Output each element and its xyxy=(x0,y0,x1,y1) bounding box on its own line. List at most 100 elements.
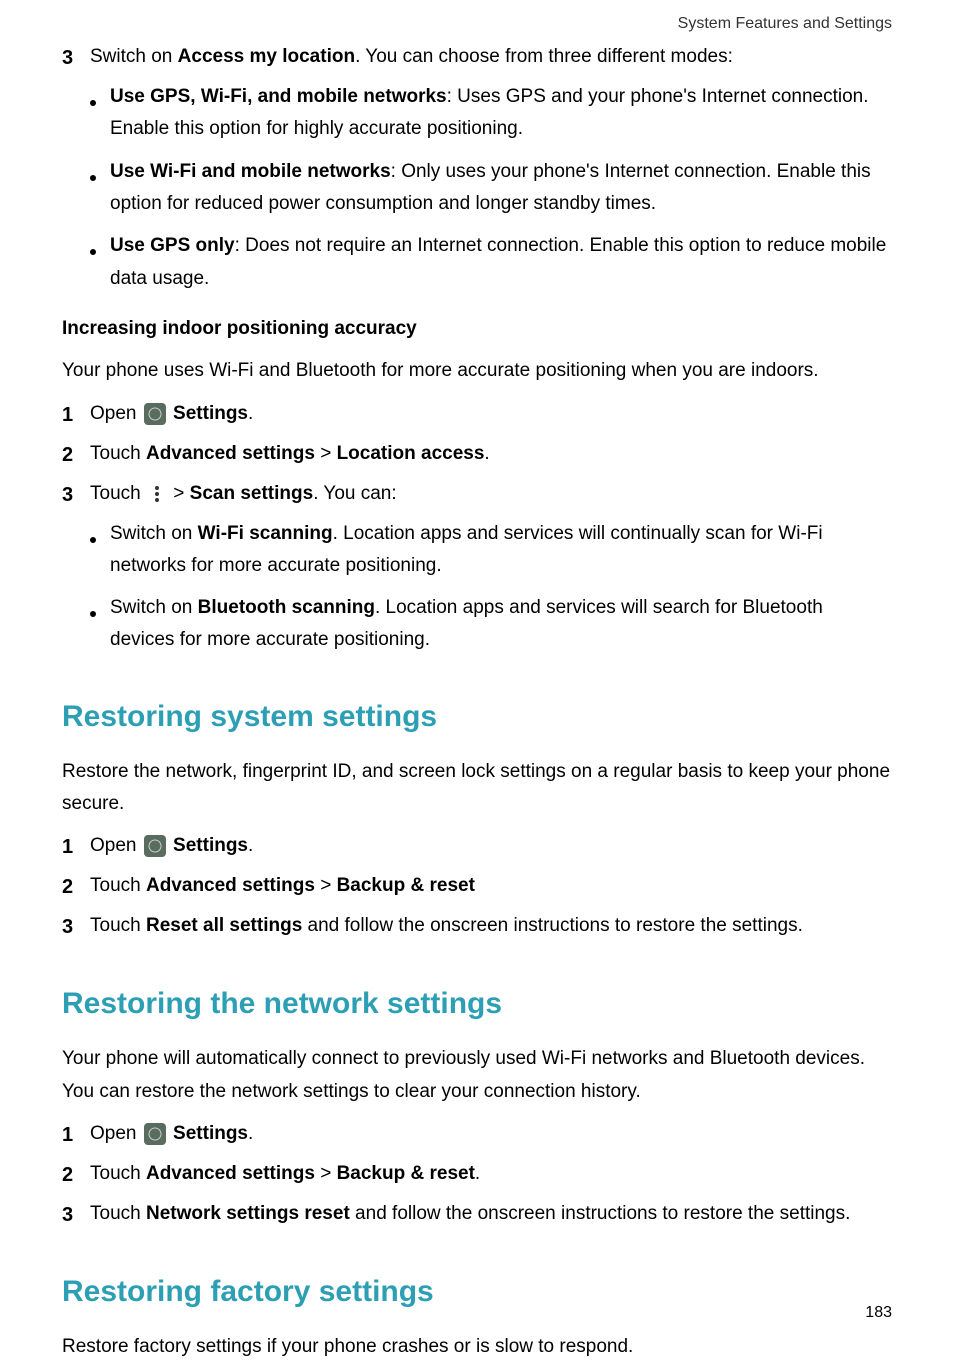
step-text: Touch Advanced settings > Backup & reset… xyxy=(90,1158,892,1192)
bold-text: Bluetooth scanning xyxy=(198,597,375,618)
bullet-list: Use GPS, Wi-Fi, and mobile networks: Use… xyxy=(90,81,892,295)
step-number: 1 xyxy=(62,1118,90,1152)
bold-text: Settings xyxy=(173,1123,248,1144)
step-number: 2 xyxy=(62,438,90,472)
step-item: 2 Touch Advanced settings > Backup & res… xyxy=(62,1158,892,1192)
section-heading: Restoring factory settings xyxy=(62,1266,892,1317)
bullet-text: Use GPS only: Does not require an Intern… xyxy=(110,230,892,295)
bold-text: Wi-Fi scanning xyxy=(198,523,333,544)
text: . You can choose from three different mo… xyxy=(355,46,733,67)
step-number: 1 xyxy=(62,830,90,864)
section-heading: Restoring the network settings xyxy=(62,978,892,1029)
step-item: 2 Touch Advanced settings > Location acc… xyxy=(62,438,892,472)
step-number: 3 xyxy=(62,1198,90,1232)
text: Open xyxy=(90,403,142,424)
step-number: 2 xyxy=(62,870,90,904)
text: . xyxy=(248,1123,253,1144)
bullet-text: Switch on Wi-Fi scanning. Location apps … xyxy=(110,518,892,583)
more-icon xyxy=(152,484,162,504)
settings-icon xyxy=(144,403,166,425)
bold-text: Use GPS, Wi-Fi, and mobile networks xyxy=(110,86,447,107)
text: > xyxy=(168,483,190,504)
settings-icon xyxy=(144,835,166,857)
step-number: 2 xyxy=(62,1158,90,1192)
bold-text: Backup & reset xyxy=(337,875,475,896)
text: Open xyxy=(90,835,142,856)
bold-text: Use GPS only xyxy=(110,235,235,256)
step-text: Touch Advanced settings > Backup & reset xyxy=(90,870,892,904)
text: > xyxy=(315,1163,337,1184)
step-item: 3 Switch on Access my location. You can … xyxy=(62,41,892,75)
text: and follow the onscreen instructions to … xyxy=(350,1203,851,1224)
step-item: 1 Open Settings. xyxy=(62,830,892,864)
text: > xyxy=(315,875,337,896)
bold-text: Access my location xyxy=(178,46,355,67)
text: and follow the onscreen instructions to … xyxy=(302,915,803,936)
step-text: Touch Advanced settings > Location acces… xyxy=(90,438,892,472)
text: . xyxy=(475,1163,480,1184)
paragraph: Restore the network, fingerprint ID, and… xyxy=(62,756,892,821)
settings-icon xyxy=(144,1123,166,1145)
bullet-list: Switch on Wi-Fi scanning. Location apps … xyxy=(90,518,892,657)
text: Touch xyxy=(90,483,146,504)
step-text: Switch on Access my location. You can ch… xyxy=(90,41,892,75)
step-number: 1 xyxy=(62,398,90,432)
section-heading: Restoring system settings xyxy=(62,691,892,742)
step-text: Touch Network settings reset and follow … xyxy=(90,1198,892,1232)
bold-text: Advanced settings xyxy=(146,875,315,896)
step-text: Open Settings. xyxy=(90,1118,892,1152)
bold-text: Scan settings xyxy=(190,483,314,504)
text: . You can: xyxy=(313,483,396,504)
bold-text: Use Wi-Fi and mobile networks xyxy=(110,161,391,182)
bullet-icon xyxy=(90,81,110,146)
bold-text: Advanced settings xyxy=(146,1163,315,1184)
paragraph: Restore factory settings if your phone c… xyxy=(62,1331,892,1363)
step-text: Touch > Scan settings. You can: xyxy=(90,478,892,512)
text: . xyxy=(248,403,253,424)
page-header: System Features and Settings xyxy=(62,10,892,37)
step-text: Open Settings. xyxy=(90,830,892,864)
bullet-item: Use Wi-Fi and mobile networks: Only uses… xyxy=(90,156,892,221)
text: > xyxy=(315,443,337,464)
bullet-text: Use GPS, Wi-Fi, and mobile networks: Use… xyxy=(110,81,892,146)
step-item: 3 Touch > Scan settings. You can: xyxy=(62,478,892,512)
step-number: 3 xyxy=(62,478,90,512)
bold-text: Advanced settings xyxy=(146,443,315,464)
step-item: 2 Touch Advanced settings > Backup & res… xyxy=(62,870,892,904)
bold-text: Location access xyxy=(337,443,485,464)
text: Touch xyxy=(90,875,146,896)
step-text: Touch Reset all settings and follow the … xyxy=(90,910,892,944)
text: Touch xyxy=(90,1203,146,1224)
bullet-icon xyxy=(90,156,110,221)
bullet-item: Use GPS only: Does not require an Intern… xyxy=(90,230,892,295)
bullet-icon xyxy=(90,592,110,657)
step-text: Open Settings. xyxy=(90,398,892,432)
paragraph: Your phone uses Wi-Fi and Bluetooth for … xyxy=(62,355,892,387)
text: . xyxy=(484,443,489,464)
paragraph: Your phone will automatically connect to… xyxy=(62,1043,892,1108)
step-number: 3 xyxy=(62,910,90,944)
bullet-item: Switch on Wi-Fi scanning. Location apps … xyxy=(90,518,892,583)
bullet-icon xyxy=(90,518,110,583)
bullet-icon xyxy=(90,230,110,295)
step-item: 3 Touch Reset all settings and follow th… xyxy=(62,910,892,944)
bullet-text: Use Wi-Fi and mobile networks: Only uses… xyxy=(110,156,892,221)
text: Touch xyxy=(90,1163,146,1184)
step-item: 1 Open Settings. xyxy=(62,398,892,432)
bold-text: Settings xyxy=(173,835,248,856)
bold-text: Backup & reset xyxy=(337,1163,475,1184)
sub-heading: Increasing indoor positioning accuracy xyxy=(62,313,892,345)
bold-text: Network settings reset xyxy=(146,1203,350,1224)
bold-text: Reset all settings xyxy=(146,915,302,936)
step-number: 3 xyxy=(62,41,90,75)
text: Switch on xyxy=(110,523,198,544)
step-item: 3 Touch Network settings reset and follo… xyxy=(62,1198,892,1232)
text: Open xyxy=(90,1123,142,1144)
bold-text: Settings xyxy=(173,403,248,424)
step-item: 1 Open Settings. xyxy=(62,1118,892,1152)
text: Touch xyxy=(90,915,146,936)
bullet-text: Switch on Bluetooth scanning. Location a… xyxy=(110,592,892,657)
page-number: 183 xyxy=(865,1299,892,1326)
text: Touch xyxy=(90,443,146,464)
text: Switch on xyxy=(110,597,198,618)
